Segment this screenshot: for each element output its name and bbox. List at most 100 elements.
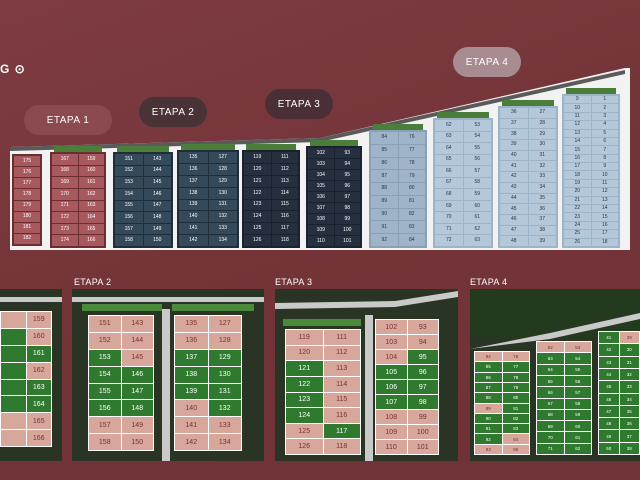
lot-cell[interactable]: 76 (502, 352, 529, 362)
lot-cell[interactable]: 46 (599, 393, 619, 405)
lot-cell[interactable] (1, 328, 26, 345)
lot-cell[interactable]: 182 (14, 233, 40, 244)
lot-cell[interactable]: 159 (78, 154, 104, 165)
lot-cell[interactable]: 56 (564, 375, 591, 387)
lot-cell[interactable]: 66 (537, 387, 564, 398)
plan-block-etapa3-b[interactable]: 102 93 103 94 104 95 105 96 106 97 107 98 108 99 109 10… (306, 146, 362, 248)
lot-cell[interactable]: 133 (208, 417, 241, 434)
lot-cell[interactable]: 169 (52, 177, 78, 188)
lot-cell[interactable]: 142 (175, 434, 208, 450)
lot-cell[interactable]: 45 (500, 204, 528, 214)
lot-cell[interactable]: 66 (435, 166, 463, 177)
lot-cell[interactable]: 161 (78, 177, 104, 188)
lot-cell[interactable]: 48 (500, 236, 528, 246)
lot-cell[interactable]: 96 (407, 365, 438, 379)
plan-block-etapa3-a[interactable]: 119 111 120 112 121 113 122 114 123 115 124 116 125 1… (242, 150, 300, 248)
lot-cell[interactable]: 59 (564, 409, 591, 421)
lot-cell[interactable]: 9 (591, 163, 618, 171)
lot-cell[interactable]: 160 (78, 165, 104, 177)
lot-cell[interactable]: 37 (619, 430, 639, 442)
lot-cell[interactable]: 164 (78, 212, 104, 223)
lot-cell[interactable]: 18 (564, 171, 591, 179)
lot-cell[interactable]: 93 (475, 444, 502, 454)
lot-cell[interactable]: 38 (528, 225, 556, 236)
lot-cell[interactable]: 146 (143, 188, 171, 200)
lot-cell[interactable]: 86 (371, 157, 398, 170)
lot-cell[interactable]: 155 (89, 383, 121, 400)
lot-cell[interactable]: 96 (334, 181, 360, 191)
lot-cell[interactable]: 33 (619, 381, 639, 393)
lot-cell[interactable]: 127 (208, 316, 241, 332)
lot-cell[interactable]: 133 (208, 223, 237, 235)
lot-cell[interactable]: 116 (271, 211, 298, 223)
stage-2-panel[interactable]: 151 143 152 144 153 145 154 146 155 147 156 148 157 1… (72, 289, 264, 461)
lot-cell[interactable]: 69 (435, 200, 463, 212)
lot-cell[interactable]: 67 (435, 177, 463, 189)
lot-cell[interactable]: 1 (591, 96, 618, 104)
lot-cell[interactable]: 17 (591, 230, 618, 238)
lot-cell[interactable]: 113 (271, 175, 298, 187)
lot-cell[interactable]: 22 (564, 205, 591, 213)
lot-cell[interactable]: 33 (528, 172, 556, 182)
lot-cell[interactable]: 35 (619, 405, 639, 418)
lot-cell[interactable]: 38 (619, 442, 639, 454)
lot-cell[interactable]: 30 (619, 344, 639, 356)
lot-cell[interactable]: 91 (475, 424, 502, 434)
lot-cell[interactable]: 84 (475, 352, 502, 362)
lot-cell[interactable]: 135 (179, 152, 208, 163)
lot-cell[interactable]: 103 (308, 159, 334, 169)
lot-cell[interactable]: 4 (591, 121, 618, 129)
lot-cell[interactable]: 72 (435, 235, 463, 246)
lot-cell[interactable]: 2 (591, 104, 618, 112)
lot-cell[interactable]: 124 (244, 211, 271, 223)
lot-cell[interactable]: 115 (271, 199, 298, 211)
lot-cell[interactable]: 125 (244, 223, 271, 235)
lot-cell[interactable]: 40 (500, 150, 528, 161)
stage-4-panel[interactable]: 84 76 85 77 86 78 87 79 88 80 89 81 90 82 91 83 92 84 93 85… (470, 289, 640, 461)
lot-cell[interactable]: 121 (286, 361, 323, 376)
lot-cell[interactable]: 123 (244, 199, 271, 211)
stage-1-panel[interactable]: 159 160 161 162 163 164 165 166 (0, 289, 62, 461)
lot-cell[interactable]: 54 (463, 131, 491, 143)
lot-cell[interactable]: 46 (500, 214, 528, 225)
lot-cell[interactable]: 62 (463, 223, 491, 235)
lot-cell[interactable]: 180 (14, 211, 40, 222)
lot-cell[interactable]: 84 (398, 234, 425, 246)
lot-cell[interactable]: 90 (475, 413, 502, 424)
lot-cell[interactable]: 145 (143, 177, 171, 188)
lot-cell[interactable]: 131 (208, 383, 241, 400)
plan-block-etapa4-c[interactable]: 36 27 37 28 38 29 39 30 40 31 41 32 42 33 43 34 44 35 45 36… (498, 106, 558, 248)
lot-cell[interactable]: 39 (500, 140, 528, 150)
lot-cell[interactable]: 43 (599, 356, 619, 368)
lot-cell[interactable]: 71 (537, 443, 564, 454)
lot-cell[interactable]: 138 (175, 366, 208, 383)
lot-cell[interactable]: 44 (599, 368, 619, 381)
lot-cell[interactable]: 78 (398, 157, 425, 170)
lot-cell[interactable]: 85 (371, 144, 398, 157)
lot-cell[interactable]: 16 (564, 154, 591, 163)
lot-cell[interactable]: 153 (89, 349, 121, 366)
lot-cell[interactable]: 157 (89, 417, 121, 434)
lot-cell[interactable]: 109 (376, 425, 407, 439)
lot-cell[interactable]: 178 (14, 189, 40, 200)
lot-cell[interactable]: 14 (564, 137, 591, 146)
lot-cell[interactable]: 166 (26, 430, 51, 446)
lot-cell[interactable]: 151 (115, 154, 143, 165)
plan-block-etapa1-left[interactable]: 175 176 177 178 179 180 181 182 (12, 154, 42, 246)
lot-cell[interactable]: 144 (121, 332, 153, 349)
lot-cell[interactable]: 143 (121, 316, 153, 332)
lot-cell[interactable]: 139 (175, 383, 208, 400)
lot-cell[interactable]: 136 (179, 163, 208, 175)
lot-cell[interactable]: 25 (564, 230, 591, 238)
lot-cell[interactable]: 79 (398, 170, 425, 183)
lot-cell[interactable] (1, 312, 26, 328)
lot-cell[interactable]: 108 (308, 214, 334, 224)
lot-cell[interactable]: 152 (89, 332, 121, 349)
lot-cell[interactable]: 135 (175, 316, 208, 332)
lot-cell[interactable]: 163 (78, 200, 104, 212)
plan-block-etapa2-b[interactable]: 135 127 136 128 137 129 138 130 139 131 140 132 141 1… (177, 150, 239, 248)
lot-cell[interactable]: 106 (308, 192, 334, 202)
lot-cell[interactable]: 57 (564, 387, 591, 398)
lot-cell[interactable]: 68 (537, 409, 564, 421)
lot-cell[interactable]: 155 (115, 200, 143, 212)
